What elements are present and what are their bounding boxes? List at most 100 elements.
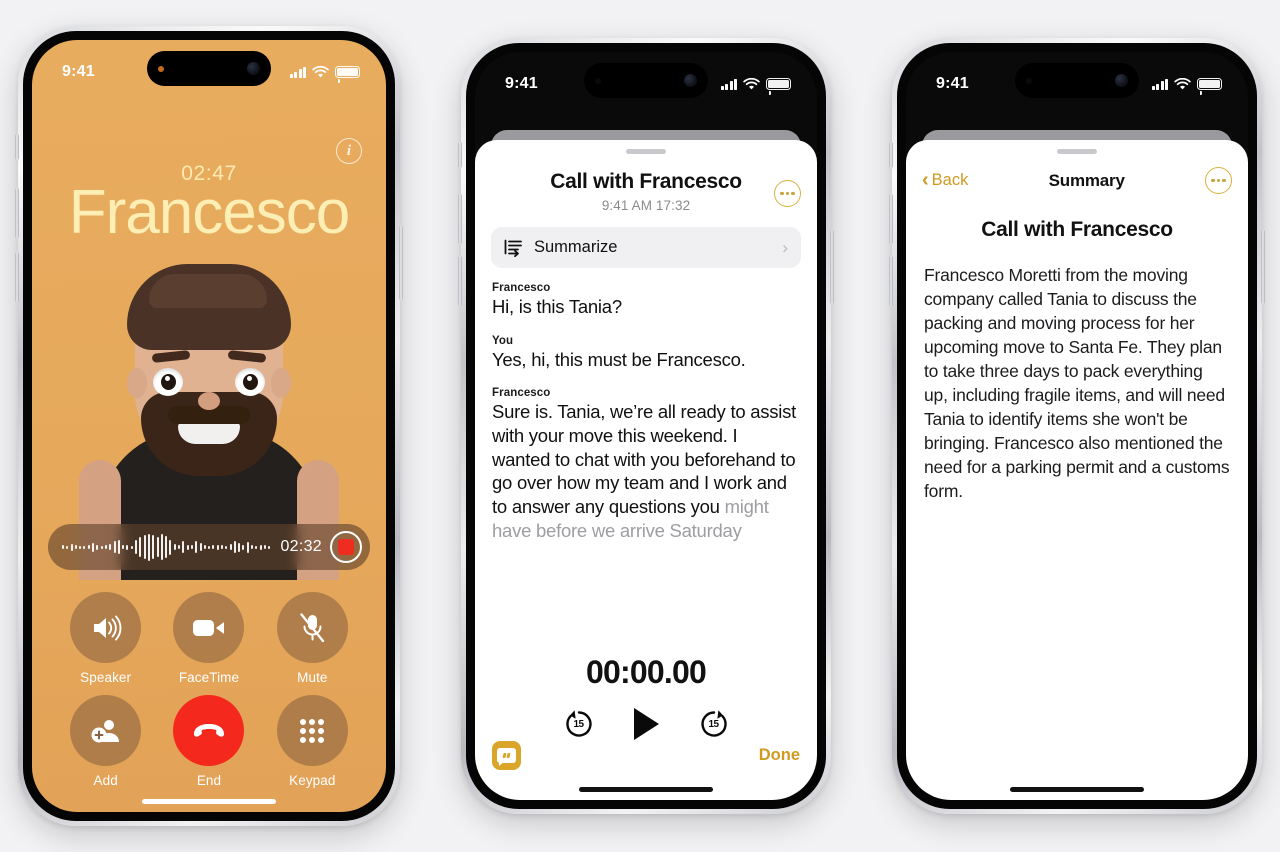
transcript-entry: Francesco Sure is. Tania, we’re all read… xyxy=(492,387,800,542)
navigation-bar: ‹ Back Summary xyxy=(906,154,1248,194)
summary-text: Francesco Moretti from the moving compan… xyxy=(924,265,1230,501)
status-indicators xyxy=(1151,77,1222,91)
summarize-button[interactable]: Summarize › xyxy=(491,227,801,268)
silent-switch[interactable] xyxy=(15,134,19,160)
memoji-eye-left xyxy=(153,368,183,396)
phone-bezel: 9:41 ‹ Back Summary Call with Francesco … xyxy=(897,43,1257,809)
video-camera-icon xyxy=(173,592,245,663)
status-time: 9:41 xyxy=(62,63,95,80)
phone-2-transcript-screen: 9:41 Call with Francesco 9:41 AM 17:32 S… xyxy=(458,38,834,814)
battery-icon xyxy=(766,78,791,90)
phone-bezel: 9:41 Call with Francesco 9:41 AM 17:32 S… xyxy=(466,43,826,809)
control-keypad[interactable]: Keypad xyxy=(276,695,348,788)
add-person-icon xyxy=(70,695,142,766)
audio-waveform-icon xyxy=(62,532,272,562)
skip-back-15-icon[interactable]: 15 xyxy=(562,707,596,741)
memoji-mouth xyxy=(178,422,240,444)
power-button[interactable] xyxy=(1261,230,1265,304)
control-add[interactable]: Add xyxy=(70,695,142,788)
transcript-speaker: Francesco xyxy=(492,282,551,294)
transcript-text: Hi, is this Tania? xyxy=(492,296,622,317)
cellular-bars-icon xyxy=(1151,78,1168,90)
dynamic-island xyxy=(1015,63,1139,98)
silent-switch[interactable] xyxy=(889,142,893,168)
volume-up-button[interactable] xyxy=(889,194,893,244)
audio-player: 00:00.00 15 15 xyxy=(475,650,817,741)
power-button[interactable] xyxy=(830,230,834,304)
memoji-nose xyxy=(198,392,220,410)
status-indicators xyxy=(289,65,360,79)
skip-forward-label: 15 xyxy=(708,718,719,730)
transcript-list[interactable]: Francesco Hi, is this Tania? You Yes, hi… xyxy=(475,268,817,650)
silent-switch[interactable] xyxy=(458,142,462,168)
player-controls: 15 15 xyxy=(475,707,817,741)
page-title: Summary xyxy=(1048,170,1125,190)
speaker-icon xyxy=(70,592,142,663)
control-speaker[interactable]: Speaker xyxy=(70,592,142,685)
control-label: Mute xyxy=(297,670,328,685)
control-mute[interactable]: Mute xyxy=(276,592,348,685)
phone-1-call-screen: 9:41 i 02:47 Francesco 02:32 Speaker Fac… xyxy=(15,26,403,826)
status-time: 9:41 xyxy=(505,75,538,92)
more-options-icon[interactable] xyxy=(1204,167,1232,194)
control-label: Speaker xyxy=(80,670,132,685)
status-time: 9:41 xyxy=(936,75,969,92)
back-button[interactable]: ‹ Back xyxy=(922,168,969,191)
transcript-quote-icon[interactable] xyxy=(492,741,521,770)
front-camera-icon xyxy=(684,74,697,87)
battery-icon xyxy=(335,66,360,78)
transcript-entry: You Yes, hi, this must be Francesco. xyxy=(492,335,800,372)
recording-indicator-dot xyxy=(158,65,164,72)
end-call-icon xyxy=(173,695,245,766)
call-subtitle: 9:41 AM 17:32 xyxy=(601,198,691,213)
front-camera-icon xyxy=(1115,74,1128,87)
power-button[interactable] xyxy=(399,226,403,300)
control-label: FaceTime xyxy=(178,670,240,685)
dynamic-island xyxy=(584,63,708,98)
sheet-header: Call with Francesco 9:41 AM 17:32 xyxy=(475,154,817,213)
cellular-bars-icon xyxy=(289,66,306,78)
indicator-dot xyxy=(595,77,601,84)
play-icon[interactable] xyxy=(633,708,659,740)
done-button[interactable]: Done xyxy=(759,746,800,765)
transcript-entry: Francesco Hi, is this Tania? xyxy=(492,282,800,319)
memoji-ear-right xyxy=(271,368,291,398)
call-title: Call with Francesco xyxy=(550,170,742,193)
battery-icon xyxy=(1197,78,1222,90)
control-facetime[interactable]: FaceTime xyxy=(173,592,245,685)
home-indicator[interactable] xyxy=(142,799,276,804)
memoji-ear-left xyxy=(127,368,147,398)
wifi-icon xyxy=(743,77,760,89)
transcript-sheet: Call with Francesco 9:41 AM 17:32 Summar… xyxy=(475,140,817,800)
more-options-icon[interactable] xyxy=(774,180,801,207)
microphone-muted-icon xyxy=(276,592,348,663)
home-indicator[interactable] xyxy=(1010,787,1144,792)
dynamic-island xyxy=(147,51,271,86)
volume-up-button[interactable] xyxy=(15,188,19,238)
call-controls: Speaker FaceTime Mute Add End Keypad xyxy=(54,592,364,788)
volume-down-button[interactable] xyxy=(458,256,462,306)
home-indicator[interactable] xyxy=(579,787,713,792)
recording-bar: 02:32 xyxy=(48,524,370,570)
player-timecode: 00:00.00 xyxy=(586,654,707,690)
back-label: Back xyxy=(931,171,969,189)
quote-bubble-shape xyxy=(497,748,516,763)
info-icon[interactable]: i xyxy=(336,138,362,164)
skip-forward-15-icon[interactable]: 15 xyxy=(697,707,731,741)
transcript-text: Sure is. Tania, we’re all ready to assis… xyxy=(492,400,800,542)
memoji-brow-right xyxy=(227,350,267,363)
volume-down-button[interactable] xyxy=(15,252,19,302)
memoji-eye-right xyxy=(235,368,265,396)
status-indicators xyxy=(720,77,791,91)
chevron-left-icon: ‹ xyxy=(922,168,929,191)
volume-up-button[interactable] xyxy=(458,194,462,244)
control-end-call[interactable]: End xyxy=(173,695,245,788)
phone-3-summary-screen: 9:41 ‹ Back Summary Call with Francesco … xyxy=(889,38,1265,814)
indicator-dot xyxy=(1026,77,1032,84)
record-stop-icon[interactable] xyxy=(330,531,362,563)
transcript-text: Yes, hi, this must be Francesco. xyxy=(492,348,746,370)
phone-3-screen: 9:41 ‹ Back Summary Call with Francesco … xyxy=(906,52,1248,800)
volume-down-button[interactable] xyxy=(889,256,893,306)
wifi-icon xyxy=(312,65,329,77)
wifi-icon xyxy=(1174,77,1191,89)
